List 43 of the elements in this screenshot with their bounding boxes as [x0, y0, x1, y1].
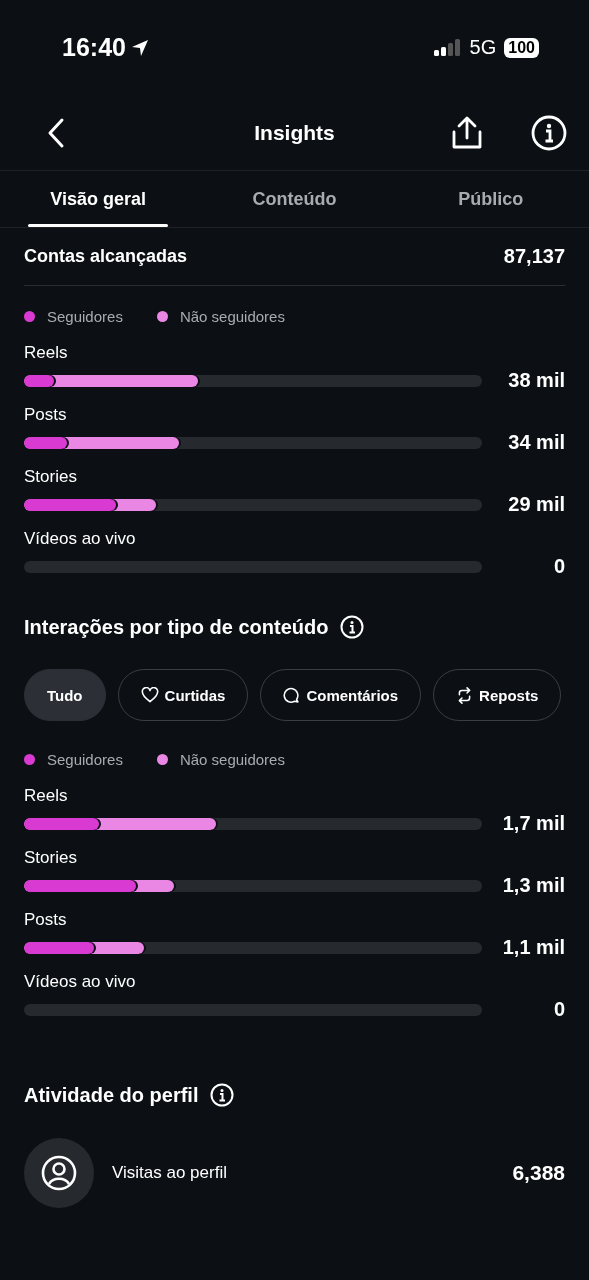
bar-value: 0	[552, 555, 565, 578]
back-icon[interactable]	[46, 116, 66, 149]
metric-label: Contas alcançadas	[24, 246, 188, 267]
bar-label: Stories	[24, 848, 78, 868]
legend-label: Seguidores	[47, 751, 123, 768]
bar-label: Reels	[24, 786, 69, 806]
info-icon[interactable]	[340, 615, 365, 639]
section-title: Atividade do perfil	[24, 1083, 199, 1107]
legend-label: Seguidores	[47, 308, 123, 325]
legend-label: Não seguidores	[179, 751, 285, 768]
bar-label: Vídeos ao vivo	[24, 972, 137, 992]
signal-icon	[433, 38, 462, 57]
bar-value: 34 mil	[507, 431, 565, 454]
battery-level: 100	[504, 37, 539, 58]
bar-label: Vídeos ao vivo	[24, 529, 137, 549]
tab[interactable]: Visão geral	[0, 171, 197, 227]
heart-icon	[140, 687, 159, 703]
bar-value: 1,1 mil	[501, 936, 565, 959]
bar-value: 1,3 mil	[501, 874, 565, 897]
network-label: 5G	[469, 36, 497, 59]
page-title: Insights	[254, 120, 335, 145]
bar-value: 29 mil	[507, 493, 565, 516]
tab[interactable]: Público	[392, 171, 589, 227]
legend-label: Não seguidores	[179, 308, 285, 325]
status-time: 16:40	[62, 33, 126, 62]
info-icon[interactable]	[531, 114, 567, 151]
tab[interactable]: Conteúdo	[196, 171, 393, 227]
metric-value: 87,137	[503, 245, 565, 268]
activity-label: Visitas ao perfil	[112, 1163, 228, 1183]
info-icon[interactable]	[210, 1083, 235, 1107]
filter-chip[interactable]: Tudo	[24, 669, 106, 721]
bar-label: Stories	[24, 467, 78, 487]
bar-label: Posts	[24, 910, 68, 930]
bar-value: 0	[552, 998, 565, 1021]
bar-value: 38 mil	[507, 369, 565, 392]
share-icon[interactable]	[451, 115, 483, 150]
section-title: Interações por tipo de conteúdo	[24, 615, 329, 639]
bar-value: 1,7 mil	[501, 812, 565, 835]
activity-value: 6,388	[512, 1161, 565, 1185]
profile-icon	[41, 1155, 77, 1191]
bar-label: Reels	[24, 343, 69, 363]
comment-icon	[283, 686, 301, 704]
bar-label: Posts	[24, 405, 68, 425]
